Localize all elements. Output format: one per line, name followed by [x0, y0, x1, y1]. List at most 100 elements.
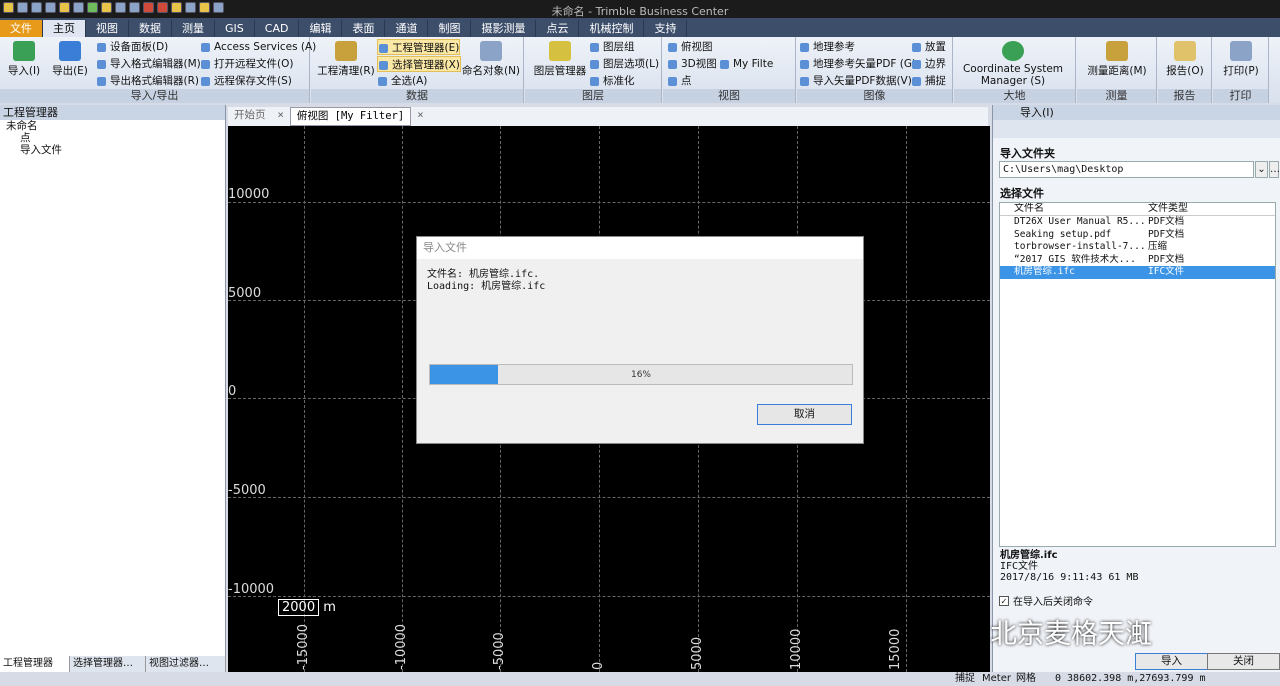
tab-gis[interactable]: GIS	[215, 20, 255, 37]
group-label: 图层	[525, 89, 661, 103]
browse-button[interactable]: …	[1269, 161, 1280, 178]
tab-plan-view[interactable]: 俯视图 [My Filter]	[289, 107, 412, 126]
tab-corridor[interactable]: 通道	[385, 20, 429, 37]
export-format-editor-button[interactable]: 导出格式编辑器(R)	[96, 73, 199, 89]
import-button[interactable]: 导入	[1135, 653, 1208, 670]
tab-edit[interactable]: 编辑	[299, 20, 343, 37]
group-label: 报告	[1158, 89, 1211, 103]
group-label: 图像	[797, 89, 952, 103]
measure-icon	[1106, 41, 1128, 61]
georef-button[interactable]: 地理参考	[799, 39, 855, 55]
project-cleanup-button[interactable]: 工程清理(R)	[317, 39, 375, 78]
window-title: 未命名 - Trimble Business Center	[551, 5, 729, 18]
file-row[interactable]: “2017 GIS 软件技术大... PDF文档	[1000, 254, 1275, 267]
selection-manager-button[interactable]: 选择管理器(X)	[377, 56, 461, 72]
selected-file-meta: 2017/8/16 9:11:43 61 MB	[1000, 572, 1139, 583]
tab-surface[interactable]: 表面	[342, 20, 386, 37]
device-panel-button[interactable]: 设备面板(D)	[96, 39, 168, 55]
panel-tabs: 工程管理器 选择管理器… 视图过滤器…	[0, 656, 226, 672]
access-services-button[interactable]: Access Services (A)	[200, 39, 316, 55]
tab-home[interactable]: 主页	[43, 20, 86, 37]
file-row[interactable]: torbrowser-install-7.... 压缩	[1000, 241, 1275, 254]
close-after-import-checkbox[interactable]: ✓ 在导入后关闭命令	[999, 593, 1093, 608]
tab-view[interactable]: 视图	[86, 20, 129, 37]
grid-line	[228, 202, 990, 203]
remote-save-button[interactable]: 远程保存文件(S)	[200, 73, 292, 89]
export-button[interactable]: 导出(E)	[50, 39, 90, 78]
tab-close-icon[interactable]: ×	[411, 107, 429, 126]
tab-start-page[interactable]: 开始页	[228, 107, 272, 126]
scale-value: 2000	[278, 599, 320, 616]
file-type: 压缩	[1148, 241, 1168, 252]
panel-title: 导入(I)	[1020, 106, 1054, 119]
scale-unit: m	[323, 600, 336, 615]
filter-dropdown[interactable]: My Filte	[719, 56, 773, 72]
tab-point-cloud[interactable]: 点云	[536, 20, 580, 37]
panel-header: 导入(I)	[993, 105, 1280, 120]
y-axis-label: -10000	[228, 582, 275, 597]
file-name: Seaking setup.pdf	[1014, 228, 1112, 240]
plan-view-button[interactable]: 俯视图	[667, 39, 713, 55]
open-remote-button[interactable]: 打开远程文件(O)	[200, 56, 293, 72]
tab-support[interactable]: 支持	[644, 20, 688, 37]
scale-bar: 2000 m	[278, 599, 336, 616]
status-bar: 捕捉 Meter 网格 0 38602.398 m,27693.799 m	[0, 672, 1280, 686]
dialog-title: 导入文件	[417, 237, 863, 259]
grid-status[interactable]: 网格	[1016, 672, 1036, 686]
unit-status[interactable]: Meter	[982, 672, 1011, 686]
close-button[interactable]: 关闭	[1207, 653, 1280, 670]
snap-status[interactable]: 捕捉	[955, 672, 975, 686]
tab-survey[interactable]: 测量	[172, 20, 215, 37]
project-manager-button[interactable]: 工程管理器(E)	[377, 39, 461, 55]
tab-project-explorer[interactable]: 工程管理器	[0, 656, 70, 672]
tree-item-root[interactable]: 未命名	[0, 120, 225, 132]
project-explorer-panel: 工程管理器 未命名 点 导入文件 工程管理器 选择管理器… 视图过滤器…	[0, 105, 226, 672]
tab-selection-explorer[interactable]: 选择管理器…	[70, 656, 146, 672]
tab-view-filter[interactable]: 视图过滤器…	[146, 656, 226, 672]
tab-drafting[interactable]: 制图	[428, 20, 472, 37]
import-format-editor-button[interactable]: 导入格式编辑器(M)	[96, 56, 201, 72]
tab-close-icon[interactable]: ×	[272, 107, 290, 126]
boundary-button[interactable]: 边界	[911, 56, 946, 72]
print-button[interactable]: 打印(P)	[1217, 39, 1265, 78]
checkbox-checked-icon: ✓	[999, 595, 1009, 606]
grid-line	[402, 126, 403, 672]
chevron-down-icon[interactable]: ⌄	[1255, 161, 1268, 178]
file-name: torbrowser-install-7....	[1014, 241, 1146, 252]
layer-options-button[interactable]: 图层选项(L)	[589, 56, 659, 72]
folder-input[interactable]: C:\Users\mag\Desktop	[999, 161, 1254, 178]
point-button[interactable]: 点	[667, 73, 692, 89]
name-object-button[interactable]: 命名对象(N)	[461, 39, 521, 78]
tab-photogrammetry[interactable]: 摄影测量	[471, 20, 537, 37]
georef-pdf-button[interactable]: 地理参考矢量PDF (G)	[799, 56, 916, 72]
file-row-selected[interactable]: 机房管综.ifc IFC文件	[1000, 266, 1275, 279]
import-pdf-button[interactable]: 导入矢量PDF数据(V)	[799, 73, 912, 89]
tab-data[interactable]: 数据	[129, 20, 172, 37]
select-all-button[interactable]: 全选(A)	[377, 73, 427, 89]
file-row[interactable]: DT26X User Manual R5.... PDF文档	[1000, 216, 1275, 229]
cancel-button[interactable]: 取消	[757, 404, 852, 425]
coord-sys-button[interactable]: Coordinate System Manager (S)	[958, 39, 1068, 87]
col-name-header[interactable]: 文件名	[1000, 203, 1146, 215]
standardize-button[interactable]: 标准化	[589, 73, 635, 89]
panel-title: 工程管理器	[3, 106, 58, 119]
import-button[interactable]: 导入(I)	[4, 39, 44, 78]
printer-icon	[1230, 41, 1252, 61]
layer-group-button[interactable]: 图层组	[589, 39, 635, 55]
tree-item-imported-files[interactable]: 导入文件	[0, 144, 225, 156]
view-3d-button[interactable]: 3D视图	[667, 56, 717, 72]
tab-cad[interactable]: CAD	[255, 20, 300, 37]
tree-item-points[interactable]: 点	[0, 132, 225, 144]
snap-button[interactable]: 捕捉	[911, 73, 946, 89]
measure-distance-button[interactable]: 测量距离(M)	[1081, 39, 1153, 78]
tab-file[interactable]: 文件	[0, 20, 43, 37]
group-data: 工程清理(R) 工程管理器(E) 选择管理器(X) 全选(A) 命名对象(N) …	[311, 37, 524, 103]
report-button[interactable]: 报告(O)	[1162, 39, 1208, 78]
place-button[interactable]: 放置	[911, 39, 946, 55]
layer-manager-button[interactable]: 图层管理器	[531, 39, 589, 78]
group-view: 俯视图 3D视图 点 My Filte 视图	[663, 37, 796, 103]
group-print: 打印(P) 打印	[1213, 37, 1269, 103]
col-type-header[interactable]: 文件类型	[1146, 203, 1266, 215]
tab-machine-control[interactable]: 机械控制	[579, 20, 645, 37]
file-row[interactable]: Seaking setup.pdf PDF文档	[1000, 229, 1275, 242]
